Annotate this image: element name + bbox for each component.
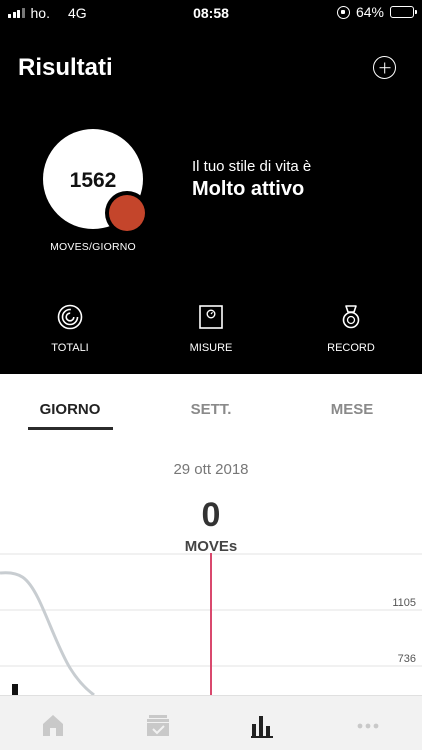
status-bar: ho. 4G 08:58 64% <box>0 0 422 26</box>
results-header: ho. 4G 08:58 64% Risultati 1562 MOVES/GI… <box>0 0 422 374</box>
moves-per-day-label: MOVES/GIORNO <box>50 241 136 253</box>
orientation-lock-icon <box>336 5 350 19</box>
tab-month[interactable]: MESE <box>297 401 407 418</box>
lifestyle-value: Molto attivo <box>192 178 305 200</box>
record-button[interactable]: RECORD <box>311 304 391 354</box>
period-tabs: GIORNO SETT. MESE <box>0 374 422 434</box>
page-title: Risultati <box>18 54 113 81</box>
bottom-tab-bar <box>0 695 422 750</box>
tab-week[interactable]: SETT. <box>156 401 266 418</box>
battery-percent: 64% <box>355 4 384 20</box>
totals-button[interactable]: TOTALI <box>30 304 110 354</box>
tab-day[interactable]: GIORNO <box>15 401 125 418</box>
totals-label: TOTALI <box>51 342 89 354</box>
battery-icon <box>390 6 417 18</box>
chart-series-line <box>0 571 95 697</box>
home-icon <box>43 715 63 736</box>
inbox-tab[interactable] <box>138 706 178 742</box>
inbox-check-icon <box>147 715 169 736</box>
rings-icon <box>57 304 83 330</box>
measures-button[interactable]: MISURE <box>171 304 251 354</box>
selected-date: 29 ott 2018 <box>173 461 249 478</box>
record-label: RECORD <box>327 342 375 354</box>
chart-canvas <box>0 553 422 697</box>
moves-gauge: 1562 <box>43 129 147 233</box>
scale-icon <box>199 305 223 329</box>
lifestyle-intro: Il tuo stile di vita è <box>192 158 312 175</box>
y-tick-736: 736 <box>397 653 416 665</box>
plus-circle-icon[interactable] <box>373 56 396 79</box>
day-moves-chart[interactable]: 1105 736 <box>0 553 422 697</box>
measures-label: MISURE <box>189 342 233 354</box>
home-tab[interactable] <box>33 706 73 742</box>
y-tick-1105: 1105 <box>392 597 416 609</box>
stats-tab[interactable] <box>243 706 283 742</box>
moves-count: 0 <box>201 496 221 534</box>
bar-chart-icon <box>251 716 273 738</box>
more-dots-icon <box>357 723 379 729</box>
active-tab-indicator <box>28 427 113 430</box>
medal-icon <box>342 305 360 329</box>
chart-bar <box>12 684 18 695</box>
moves-per-day-value: 1562 <box>69 169 117 192</box>
more-tab[interactable] <box>348 706 388 742</box>
